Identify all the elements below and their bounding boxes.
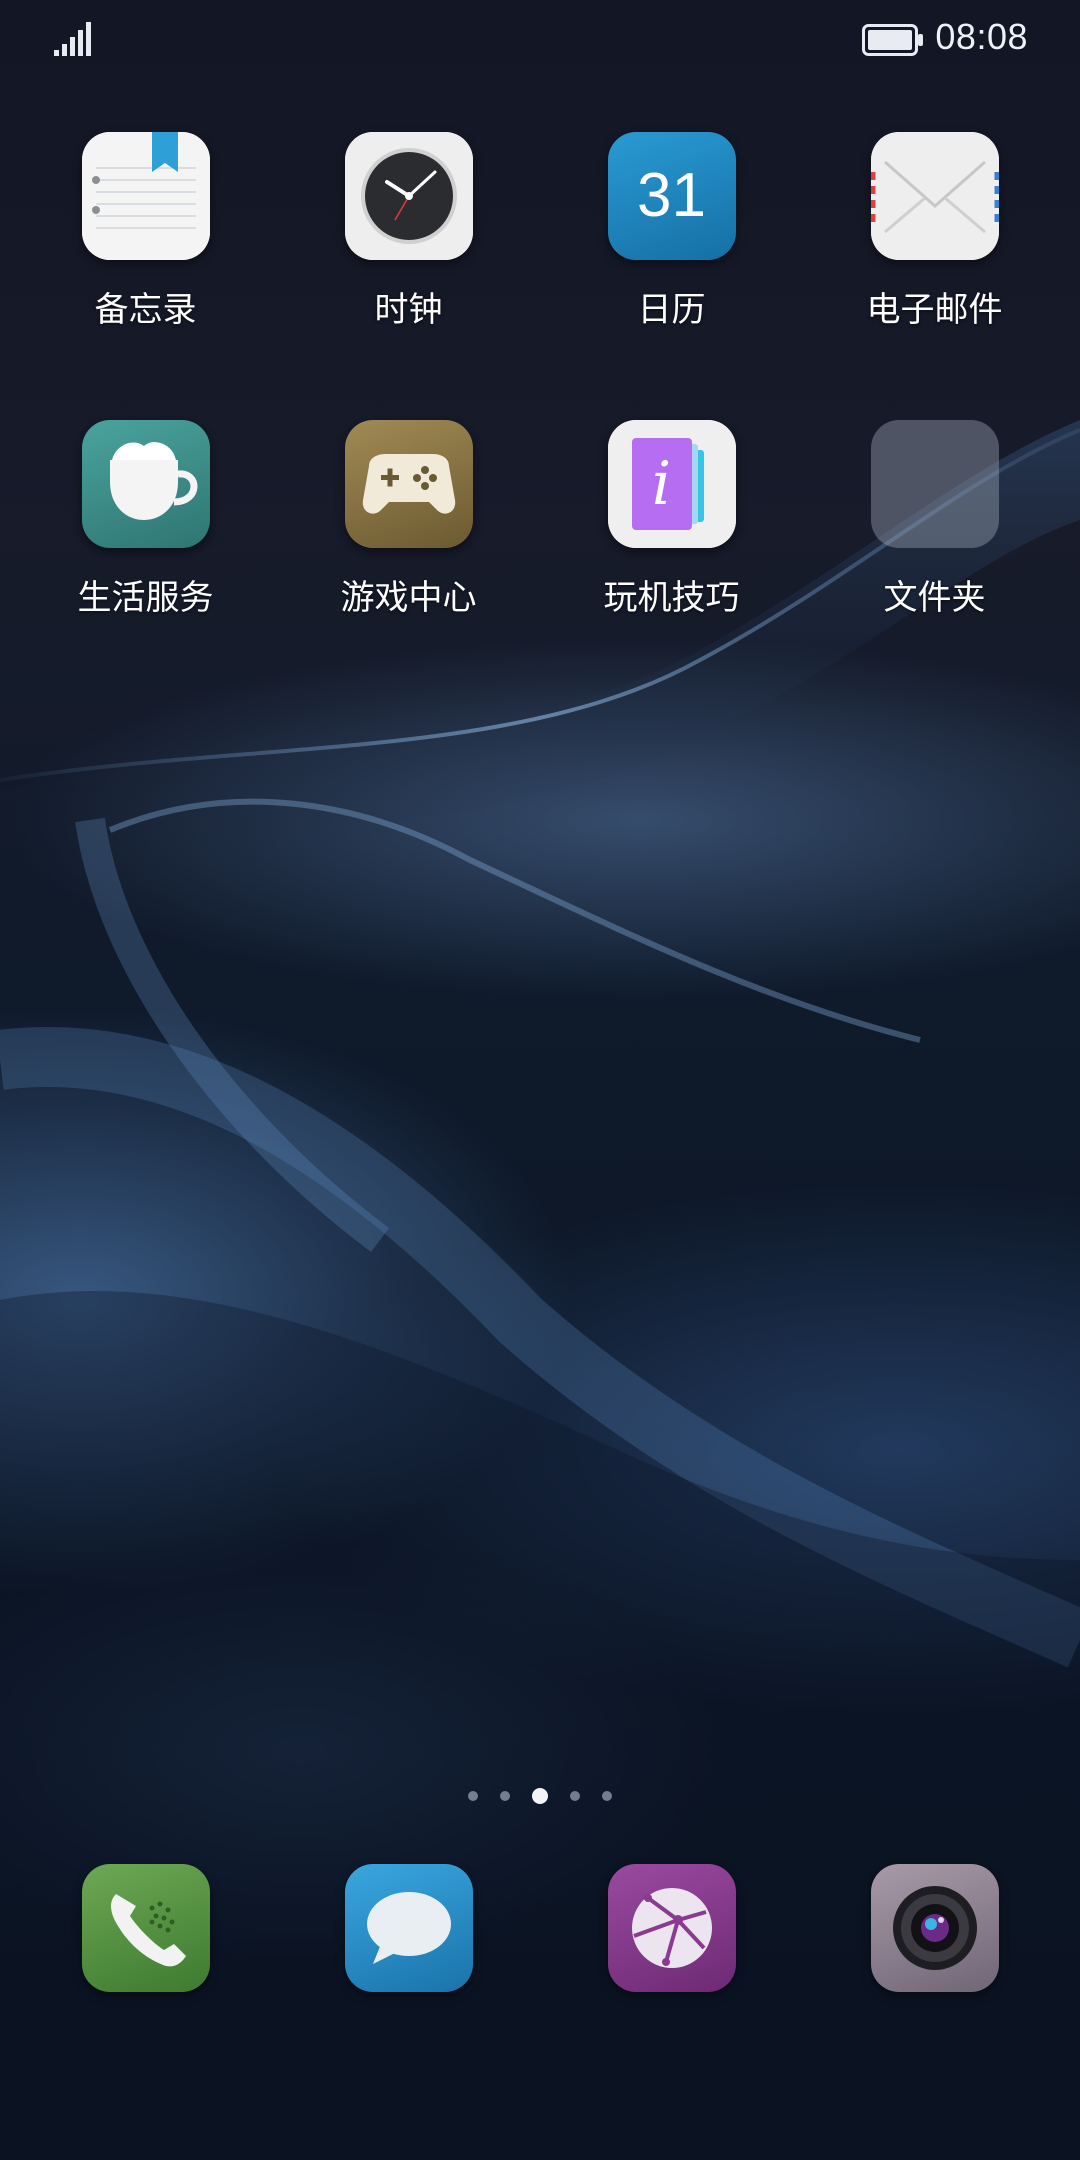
notes-icon <box>81 132 210 260</box>
status-bar: 08:08 <box>0 0 1080 80</box>
app-label: 玩机技巧 <box>603 578 740 618</box>
app-tips[interactable]: i 玩机技巧 <box>540 420 803 619</box>
app-label: 文件夹 <box>883 578 986 618</box>
app-label: 备忘录 <box>94 290 197 330</box>
page-dot[interactable] <box>602 1791 612 1801</box>
app-life-service[interactable]: 生活服务 <box>14 420 277 619</box>
clock-icon <box>344 132 473 260</box>
app-clock[interactable]: 时钟 <box>277 132 540 331</box>
app-folder[interactable]: 文件夹 <box>803 420 1066 619</box>
page-dot[interactable] <box>570 1791 580 1801</box>
app-email[interactable]: 电子邮件 <box>803 132 1066 331</box>
tips-glyph: i <box>651 449 672 519</box>
app-calendar[interactable]: 31 日历 <box>540 132 803 331</box>
app-notes[interactable]: 备忘录 <box>14 132 277 331</box>
page-dot-active[interactable] <box>532 1788 548 1804</box>
status-time: 08:08 <box>935 16 1028 57</box>
coffee-cup-icon <box>81 420 210 548</box>
page-dot[interactable] <box>468 1791 478 1801</box>
email-icon <box>870 132 999 260</box>
gamepad-icon <box>344 420 473 548</box>
page-indicator[interactable] <box>0 1784 1080 1808</box>
browser-globe-icon <box>607 1864 736 1992</box>
dock-browser[interactable] <box>540 1864 803 1992</box>
tips-icon: i <box>607 420 736 548</box>
signal-bars-icon <box>54 22 91 56</box>
app-label: 游戏中心 <box>340 578 477 618</box>
app-label: 时钟 <box>374 290 443 330</box>
page-dot[interactable] <box>500 1791 510 1801</box>
dock-phone[interactable] <box>14 1864 277 1992</box>
app-label: 生活服务 <box>77 578 214 618</box>
battery-icon <box>862 24 923 56</box>
folder-icon <box>870 420 999 548</box>
app-label: 电子邮件 <box>866 290 1003 330</box>
calendar-icon: 31 <box>607 132 736 260</box>
dock-messages[interactable] <box>277 1864 540 1992</box>
home-screen: 08:08 备忘录 时钟 31 日历 电子邮件 生活服务 游戏中心 i 玩机技巧… <box>0 0 1080 2160</box>
message-bubble-icon <box>344 1864 473 1992</box>
app-game-center[interactable]: 游戏中心 <box>277 420 540 619</box>
app-label: 日历 <box>637 290 706 330</box>
camera-icon <box>870 1864 999 1992</box>
phone-icon <box>81 1864 210 1992</box>
dock-camera[interactable] <box>803 1864 1066 1992</box>
calendar-date: 31 <box>637 161 706 230</box>
